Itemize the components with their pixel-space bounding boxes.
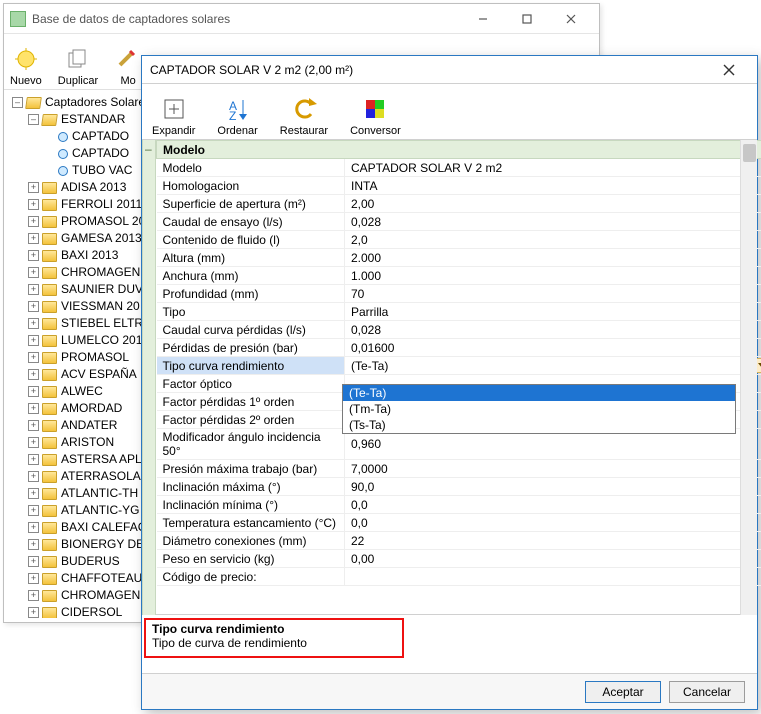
property-name: Modificador ángulo incidencia 50° — [157, 429, 345, 460]
property-name: Factor pérdidas 1º orden — [157, 393, 345, 411]
property-row[interactable]: Peso en servicio (kg)0,00 — [157, 550, 761, 568]
property-name: Presión máxima trabajo (bar) — [157, 460, 345, 478]
titlebar: Base de datos de captadores solares — [4, 4, 599, 34]
property-name: Temperatura estancamiento (°C) — [157, 514, 345, 532]
toolbar-ordenar[interactable]: AZOrdenar — [217, 95, 257, 137]
curve-type-dropdown[interactable]: (Te-Ta)(Tm-Ta)(Ts-Ta) — [342, 384, 736, 434]
property-value[interactable]: CAPTADOR SOLAR V 2 m2 — [345, 159, 761, 177]
vertical-scrollbar[interactable] — [740, 140, 757, 615]
property-value[interactable]: 70 — [345, 285, 761, 303]
property-description-text: Tipo de curva de rendimiento — [152, 636, 396, 650]
property-grid: – ModeloModeloCAPTADOR SOLAR V 2 m2Homol… — [142, 140, 757, 615]
property-name: Profundidad (mm) — [157, 285, 345, 303]
property-value[interactable]: INTA — [345, 177, 761, 195]
property-name: Factor óptico — [157, 375, 345, 393]
property-name: Modelo — [157, 159, 345, 177]
property-row[interactable]: TipoParrilla — [157, 303, 761, 321]
property-row[interactable]: Diámetro conexiones (mm)22 — [157, 532, 761, 550]
toolbar-duplicar[interactable]: Duplicar — [58, 45, 98, 87]
minimize-button[interactable] — [461, 5, 505, 33]
property-value[interactable]: 0,01600 — [345, 339, 761, 357]
property-row[interactable]: Presión máxima trabajo (bar)7,0000 — [157, 460, 761, 478]
property-name: Superficie de apertura (m²) — [157, 195, 345, 213]
property-name: Pérdidas de presión (bar) — [157, 339, 345, 357]
property-name: Inclinación mínima (°) — [157, 496, 345, 514]
property-row[interactable]: Pérdidas de presión (bar)0,01600 — [157, 339, 761, 357]
property-name: Peso en servicio (kg) — [157, 550, 345, 568]
property-name: Inclinación máxima (°) — [157, 478, 345, 496]
property-row[interactable]: Tipo curva rendimiento(Te-Ta) — [157, 357, 761, 375]
property-value[interactable]: 2.000 — [345, 249, 761, 267]
property-name: Tipo curva rendimiento — [157, 357, 345, 375]
property-value[interactable]: 2,0 — [345, 231, 761, 249]
property-row[interactable]: Código de precio: — [157, 568, 761, 586]
toolbar-restaurar[interactable]: Restaurar — [280, 95, 328, 137]
collapse-section-icon[interactable]: – — [143, 140, 155, 158]
property-value[interactable]: 7,0000 — [345, 460, 761, 478]
dropdown-option[interactable]: (Tm-Ta) — [343, 401, 735, 417]
dialog-titlebar: CAPTADOR SOLAR V 2 m2 (2,00 m²) — [142, 56, 757, 84]
dropdown-option[interactable]: (Te-Ta) — [343, 385, 735, 401]
property-row[interactable]: Caudal de ensayo (l/s)0,028 — [157, 213, 761, 231]
grid-gutter: – — [142, 140, 156, 615]
app-icon — [10, 11, 26, 27]
toolbar-conversor[interactable]: Conversor — [350, 95, 401, 137]
property-row[interactable]: Profundidad (mm)70 — [157, 285, 761, 303]
property-value[interactable]: 0,0 — [345, 496, 761, 514]
property-value[interactable]: 22 — [345, 532, 761, 550]
property-value[interactable]: 0,028 — [345, 321, 761, 339]
property-row[interactable]: HomologacionINTA — [157, 177, 761, 195]
toolbar-mo[interactable]: Mo — [114, 45, 142, 87]
toolbar-expandir[interactable]: Expandir — [152, 95, 195, 137]
property-name: Tipo — [157, 303, 345, 321]
dialog-title: CAPTADOR SOLAR V 2 m2 (2,00 m²) — [150, 63, 709, 77]
toolbar-nuevo[interactable]: Nuevo — [10, 45, 42, 87]
property-name: Caudal de ensayo (l/s) — [157, 213, 345, 231]
close-button[interactable] — [549, 5, 593, 33]
dropdown-option[interactable]: (Ts-Ta) — [343, 417, 735, 433]
property-name: Caudal curva pérdidas (l/s) — [157, 321, 345, 339]
properties-dialog: CAPTADOR SOLAR V 2 m2 (2,00 m²) Expandir… — [141, 55, 758, 710]
property-row[interactable]: Temperatura estancamiento (°C)0,0 — [157, 514, 761, 532]
property-row[interactable]: Superficie de apertura (m²)2,00 — [157, 195, 761, 213]
property-value[interactable]: 0,028 — [345, 213, 761, 231]
property-row[interactable]: Altura (mm)2.000 — [157, 249, 761, 267]
property-value[interactable]: 1.000 — [345, 267, 761, 285]
property-description-box: Tipo curva rendimiento Tipo de curva de … — [144, 618, 404, 658]
property-value[interactable]: 0,0 — [345, 514, 761, 532]
section-header[interactable]: Modelo — [157, 141, 761, 159]
property-value[interactable]: 2,00 — [345, 195, 761, 213]
property-value[interactable]: Parrilla — [345, 303, 761, 321]
window-title: Base de datos de captadores solares — [32, 12, 461, 26]
property-name: Altura (mm) — [157, 249, 345, 267]
property-row[interactable]: Inclinación mínima (°)0,0 — [157, 496, 761, 514]
property-row[interactable]: Caudal curva pérdidas (l/s)0,028 — [157, 321, 761, 339]
dialog-close-button[interactable] — [709, 57, 749, 83]
property-description-title: Tipo curva rendimiento — [152, 622, 396, 636]
property-value[interactable]: 90,0 — [345, 478, 761, 496]
property-row[interactable]: Anchura (mm)1.000 — [157, 267, 761, 285]
property-row[interactable]: Inclinación máxima (°)90,0 — [157, 478, 761, 496]
accept-button[interactable]: Aceptar — [585, 681, 661, 703]
property-row[interactable]: Contenido de fluido (l)2,0 — [157, 231, 761, 249]
cancel-button[interactable]: Cancelar — [669, 681, 745, 703]
property-name: Factor pérdidas 2º orden — [157, 411, 345, 429]
property-name: Homologacion — [157, 177, 345, 195]
property-name: Anchura (mm) — [157, 267, 345, 285]
property-value[interactable] — [345, 568, 761, 586]
dialog-footer: Aceptar Cancelar — [142, 673, 757, 709]
property-name: Código de precio: — [157, 568, 345, 586]
property-name: Contenido de fluido (l) — [157, 231, 345, 249]
property-value[interactable]: (Te-Ta) — [345, 357, 761, 375]
maximize-button[interactable] — [505, 5, 549, 33]
dialog-toolbar: Expandir AZOrdenar Restaurar Conversor — [142, 84, 757, 140]
property-value[interactable]: 0,00 — [345, 550, 761, 568]
property-name: Diámetro conexiones (mm) — [157, 532, 345, 550]
svg-text:Z: Z — [229, 109, 236, 122]
property-row[interactable]: ModeloCAPTADOR SOLAR V 2 m2 — [157, 159, 761, 177]
